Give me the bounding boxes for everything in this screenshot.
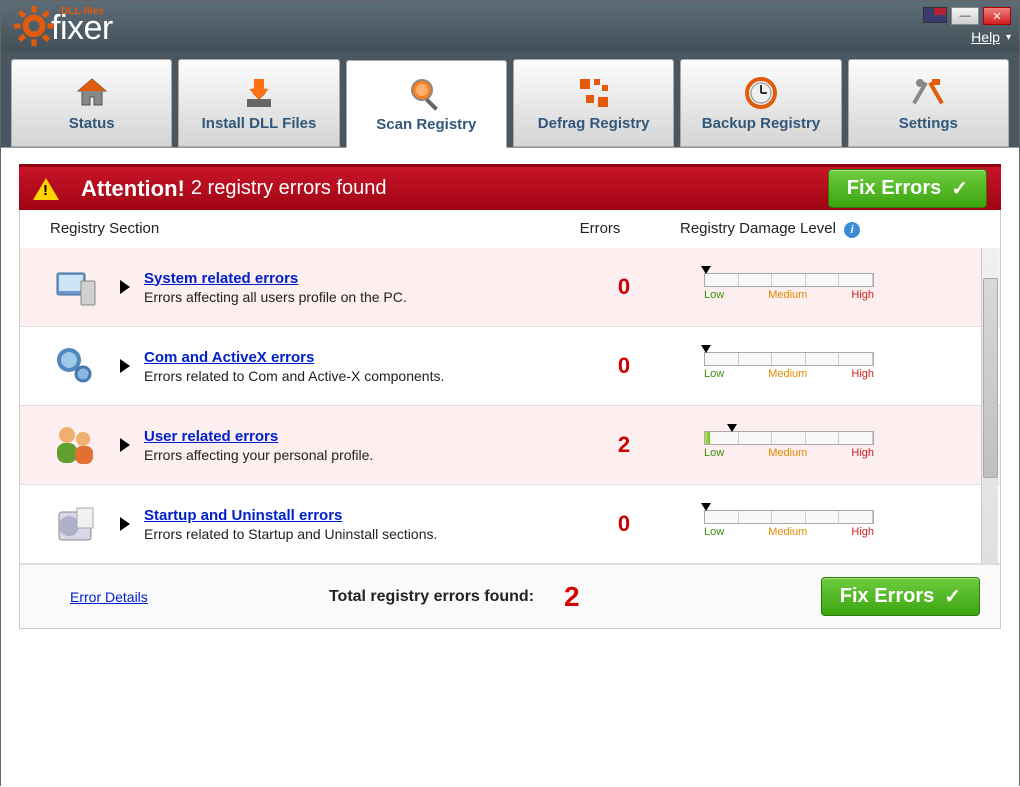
damage-gauge: LowMediumHigh <box>674 510 980 538</box>
navbar: Status Install DLL Files Scan Registry D… <box>1 51 1019 148</box>
table-footer: Error Details Total registry errors foun… <box>20 564 1000 628</box>
window-controls: — ✕ <box>923 7 1011 25</box>
tab-scan-registry[interactable]: Scan Registry <box>346 60 507 148</box>
check-icon: ✓ <box>951 176 968 201</box>
row-icon <box>50 420 100 470</box>
results-table: Registry Section Errors Registry Damage … <box>19 210 1001 629</box>
tab-backup-registry[interactable]: Backup Registry <box>680 59 841 147</box>
tab-label: Install DLL Files <box>202 115 317 132</box>
tab-install-dll[interactable]: Install DLL Files <box>178 59 339 147</box>
row-description: Errors affecting all users profile on th… <box>144 289 574 305</box>
total-count: 2 <box>564 581 580 613</box>
tab-label: Backup Registry <box>702 115 820 132</box>
tab-label: Defrag Registry <box>538 115 650 132</box>
row-icon <box>50 262 100 312</box>
minimize-button[interactable]: — <box>951 7 979 25</box>
help-menu[interactable]: Help <box>971 29 1000 45</box>
table-row: Startup and Uninstall errors Errors relat… <box>20 485 1000 564</box>
blocks-icon <box>576 75 612 111</box>
damage-gauge: LowMediumHigh <box>674 352 980 380</box>
table-row: User related errors Errors affecting your… <box>20 406 1000 485</box>
warning-icon <box>33 178 59 200</box>
fix-errors-button[interactable]: Fix Errors ✓ <box>828 169 987 208</box>
row-error-count: 2 <box>574 432 674 458</box>
row-icon <box>50 341 100 391</box>
row-error-count: 0 <box>574 353 674 379</box>
app-window: DLL-files fixer — ✕ Help ▾ Status <box>0 0 1020 786</box>
col-damage: Registry Damage Level i <box>650 220 980 238</box>
clock-icon <box>743 75 779 111</box>
check-icon: ✓ <box>944 584 961 609</box>
tab-label: Scan Registry <box>376 116 476 133</box>
row-description: Errors affecting your personal profile. <box>144 447 574 463</box>
damage-gauge: LowMediumHigh <box>674 431 980 459</box>
download-icon <box>241 75 277 111</box>
row-title-link[interactable]: Startup and Uninstall errors <box>144 507 574 524</box>
col-errors: Errors <box>550 220 650 238</box>
tools-icon <box>910 75 946 111</box>
fix-button-label: Fix Errors <box>847 177 941 200</box>
damage-gauge: LowMediumHigh <box>674 273 980 301</box>
row-description: Errors related to Startup and Uninstall … <box>144 526 574 542</box>
rows-container: System related errors Errors affecting al… <box>20 248 1000 564</box>
tab-settings[interactable]: Settings <box>848 59 1009 147</box>
row-text: System related errors Errors affecting al… <box>144 270 574 305</box>
magnify-icon <box>408 76 444 112</box>
titlebar: DLL-files fixer — ✕ Help ▾ <box>1 1 1019 51</box>
row-error-count: 0 <box>574 511 674 537</box>
col-section: Registry Section <box>50 220 550 238</box>
expand-toggle[interactable] <box>120 438 130 452</box>
row-title-link[interactable]: System related errors <box>144 270 574 287</box>
alert-strong: Attention! <box>81 176 185 202</box>
fix-button-label: Fix Errors <box>840 585 934 608</box>
tab-label: Settings <box>899 115 958 132</box>
row-text: Com and ActiveX errors Errors related to … <box>144 349 574 384</box>
row-text: User related errors Errors affecting your… <box>144 428 574 463</box>
row-icon <box>50 499 100 549</box>
row-title-link[interactable]: Com and ActiveX errors <box>144 349 574 366</box>
scrollbar-thumb[interactable] <box>983 278 998 478</box>
table-row: Com and ActiveX errors Errors related to … <box>20 327 1000 406</box>
expand-toggle[interactable] <box>120 359 130 373</box>
alert-message: 2 registry errors found <box>191 177 387 200</box>
expand-toggle[interactable] <box>120 517 130 531</box>
fix-errors-button-footer[interactable]: Fix Errors ✓ <box>821 577 980 616</box>
scrollbar[interactable] <box>981 248 998 564</box>
language-flag-button[interactable] <box>923 7 947 23</box>
brand-title: fixer <box>51 11 113 45</box>
gear-icon <box>13 5 55 47</box>
tab-label: Status <box>69 115 115 132</box>
table-row: System related errors Errors affecting al… <box>20 248 1000 327</box>
row-text: Startup and Uninstall errors Errors relat… <box>144 507 574 542</box>
total-label: Total registry errors found: <box>329 588 534 606</box>
alert-banner: Attention! 2 registry errors found Fix E… <box>19 164 1001 210</box>
tab-status[interactable]: Status <box>11 59 172 147</box>
error-details-link[interactable]: Error Details <box>70 589 148 605</box>
content-area: Attention! 2 registry errors found Fix E… <box>1 148 1019 787</box>
info-icon[interactable]: i <box>844 222 860 238</box>
home-icon <box>74 75 110 111</box>
table-header: Registry Section Errors Registry Damage … <box>20 210 1000 248</box>
close-button[interactable]: ✕ <box>983 7 1011 25</box>
row-description: Errors related to Com and Active-X compo… <box>144 368 574 384</box>
row-error-count: 0 <box>574 274 674 300</box>
expand-toggle[interactable] <box>120 280 130 294</box>
row-title-link[interactable]: User related errors <box>144 428 574 445</box>
chevron-down-icon: ▾ <box>1006 32 1011 43</box>
logo: DLL-files fixer <box>13 5 113 47</box>
tab-defrag-registry[interactable]: Defrag Registry <box>513 59 674 147</box>
